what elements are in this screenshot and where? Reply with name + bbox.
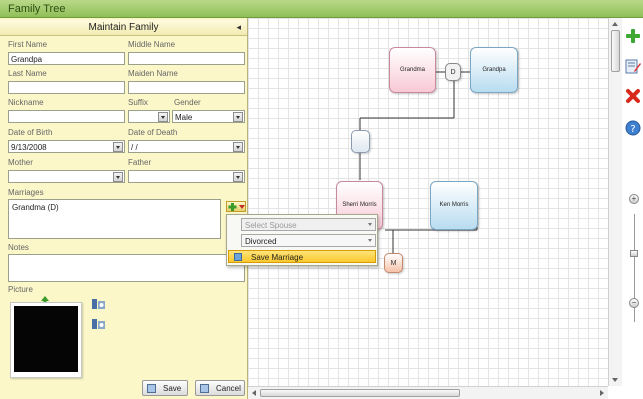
gender-select[interactable]: Male <box>172 110 245 123</box>
help-icon[interactable]: ? <box>625 120 641 136</box>
date-of-birth-value: 9/13/2008 <box>11 143 47 152</box>
marriage-status-value: Divorced <box>245 237 277 246</box>
father-select[interactable] <box>128 170 245 183</box>
chevron-down-icon[interactable] <box>113 142 123 152</box>
notes-field[interactable] <box>8 254 245 282</box>
divorce-marker[interactable]: D <box>445 63 461 81</box>
family-tree-canvas[interactable]: Grandma D Grandpa Sherri Morris Ken Morr… <box>248 18 608 386</box>
save-icon <box>234 253 242 261</box>
tree-node-ken-morris[interactable]: Ken Morris <box>430 181 478 230</box>
marriages-label: Marriages <box>8 188 44 197</box>
maiden-name-label: Maiden Name <box>128 69 178 78</box>
chevron-down-icon[interactable] <box>233 172 243 182</box>
chevron-down-icon[interactable] <box>113 172 123 182</box>
first-name-label: First Name <box>8 40 48 49</box>
last-name-label: Last Name <box>8 69 47 78</box>
horizontal-scrollbar[interactable] <box>248 386 608 399</box>
zoom-slider-thumb[interactable] <box>630 250 638 257</box>
scroll-down-icon[interactable] <box>612 378 618 382</box>
notes-label: Notes <box>8 243 29 252</box>
chevron-down-icon[interactable] <box>158 112 168 122</box>
save-marriage-menu-item[interactable]: Save Marriage <box>228 250 376 263</box>
date-of-death-value: / / <box>131 143 138 152</box>
mother-select[interactable] <box>8 170 125 183</box>
marriages-list[interactable]: Grandma (D) <box>8 199 221 239</box>
last-name-field[interactable] <box>8 81 125 94</box>
first-name-field[interactable]: Grandpa <box>8 52 125 65</box>
delete-icon[interactable] <box>625 88 641 104</box>
zoom-in-icon[interactable]: + <box>629 194 639 204</box>
collapse-panel-icon[interactable]: ◂ <box>236 22 241 33</box>
panel-title: Maintain Family <box>88 22 159 33</box>
photo <box>14 306 78 372</box>
suffix-select[interactable] <box>128 110 170 123</box>
window-title: Family Tree <box>8 3 66 15</box>
middle-name-field[interactable] <box>128 52 245 65</box>
svg-text:?: ? <box>630 124 635 135</box>
zoom-out-icon[interactable]: − <box>629 298 639 308</box>
middle-name-label: Middle Name <box>128 40 176 49</box>
marriage-entry[interactable]: Grandma (D) <box>12 203 59 212</box>
cancel-button[interactable]: Cancel <box>195 380 245 396</box>
date-of-birth-label: Date of Birth <box>8 128 53 137</box>
tree-node-grandma[interactable]: Grandma <box>389 47 436 93</box>
cancel-label: Cancel <box>216 384 241 393</box>
date-of-death-field[interactable]: / / <box>128 140 245 153</box>
title-bar: Family Tree <box>0 0 643 18</box>
marriage-status-dropdown[interactable]: Divorced <box>241 234 376 247</box>
tree-node-grandpa[interactable]: Grandpa <box>470 47 518 93</box>
marriage-menu: Select Spouse Divorced Save Marriage <box>226 214 378 266</box>
panel-header: Maintain Family ◂ <box>0 20 247 36</box>
edit-icon[interactable] <box>625 58 641 74</box>
select-spouse-placeholder: Select Spouse <box>245 221 297 230</box>
add-marriage-button[interactable] <box>226 201 246 212</box>
save-icon <box>147 384 156 393</box>
gender-label: Gender <box>174 98 201 107</box>
vertical-scrollbar[interactable] <box>608 18 622 386</box>
scroll-left-icon[interactable] <box>252 390 256 396</box>
chevron-down-icon[interactable] <box>233 142 243 152</box>
scroll-up-icon[interactable] <box>612 22 618 26</box>
picture-label: Picture <box>8 285 33 294</box>
chevron-down-icon <box>368 223 372 226</box>
gender-value: Male <box>175 113 193 122</box>
father-label: Father <box>128 158 152 167</box>
right-toolbar: ? + − <box>622 18 643 399</box>
child-connector-node[interactable] <box>351 130 370 153</box>
chevron-down-icon[interactable] <box>233 112 243 122</box>
nickname-label: Nickname <box>8 98 44 107</box>
add-icon[interactable] <box>625 28 641 44</box>
date-of-birth-field[interactable]: 9/13/2008 <box>8 140 125 153</box>
nickname-field[interactable] <box>8 110 125 123</box>
mother-label: Mother <box>8 158 33 167</box>
suffix-label: Suffix <box>128 98 148 107</box>
horizontal-scroll-thumb[interactable] <box>260 389 460 397</box>
cancel-icon <box>200 384 209 393</box>
marriage-marker[interactable]: M <box>384 253 403 273</box>
date-of-death-label: Date of Death <box>128 128 178 137</box>
save-button[interactable]: Save <box>142 380 188 396</box>
image-tool-icon[interactable] <box>92 298 106 310</box>
chevron-down-icon <box>368 239 372 242</box>
maiden-name-field[interactable] <box>128 81 245 94</box>
save-label: Save <box>163 384 182 393</box>
image-tool-icon[interactable] <box>92 318 106 330</box>
vertical-scroll-thumb[interactable] <box>611 30 620 72</box>
add-icon <box>228 203 245 211</box>
picture-frame[interactable] <box>10 302 82 378</box>
save-marriage-label: Save Marriage <box>251 253 304 262</box>
scroll-right-icon[interactable] <box>600 390 604 396</box>
select-spouse-dropdown[interactable]: Select Spouse <box>241 218 376 231</box>
